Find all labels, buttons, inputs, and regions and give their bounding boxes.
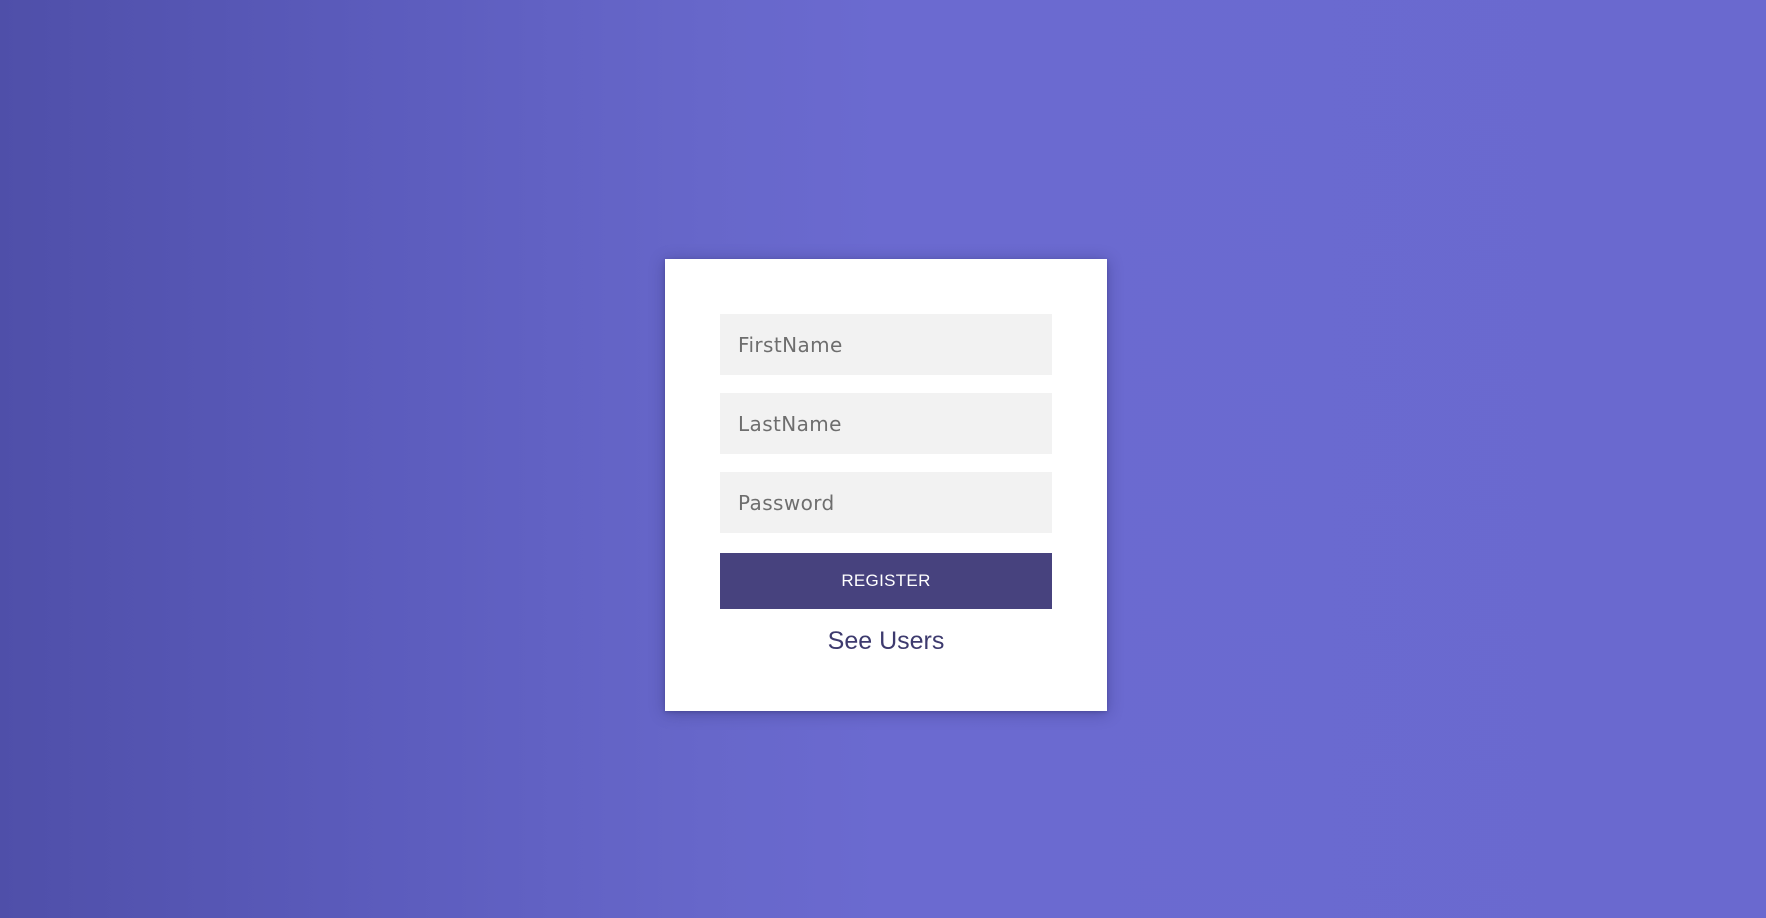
register-card: REGISTER See Users [665, 259, 1107, 711]
first-name-input[interactable] [720, 314, 1052, 375]
last-name-input[interactable] [720, 393, 1052, 454]
password-input[interactable] [720, 472, 1052, 533]
see-users-link[interactable]: See Users [665, 627, 1107, 656]
register-button[interactable]: REGISTER [720, 553, 1052, 609]
